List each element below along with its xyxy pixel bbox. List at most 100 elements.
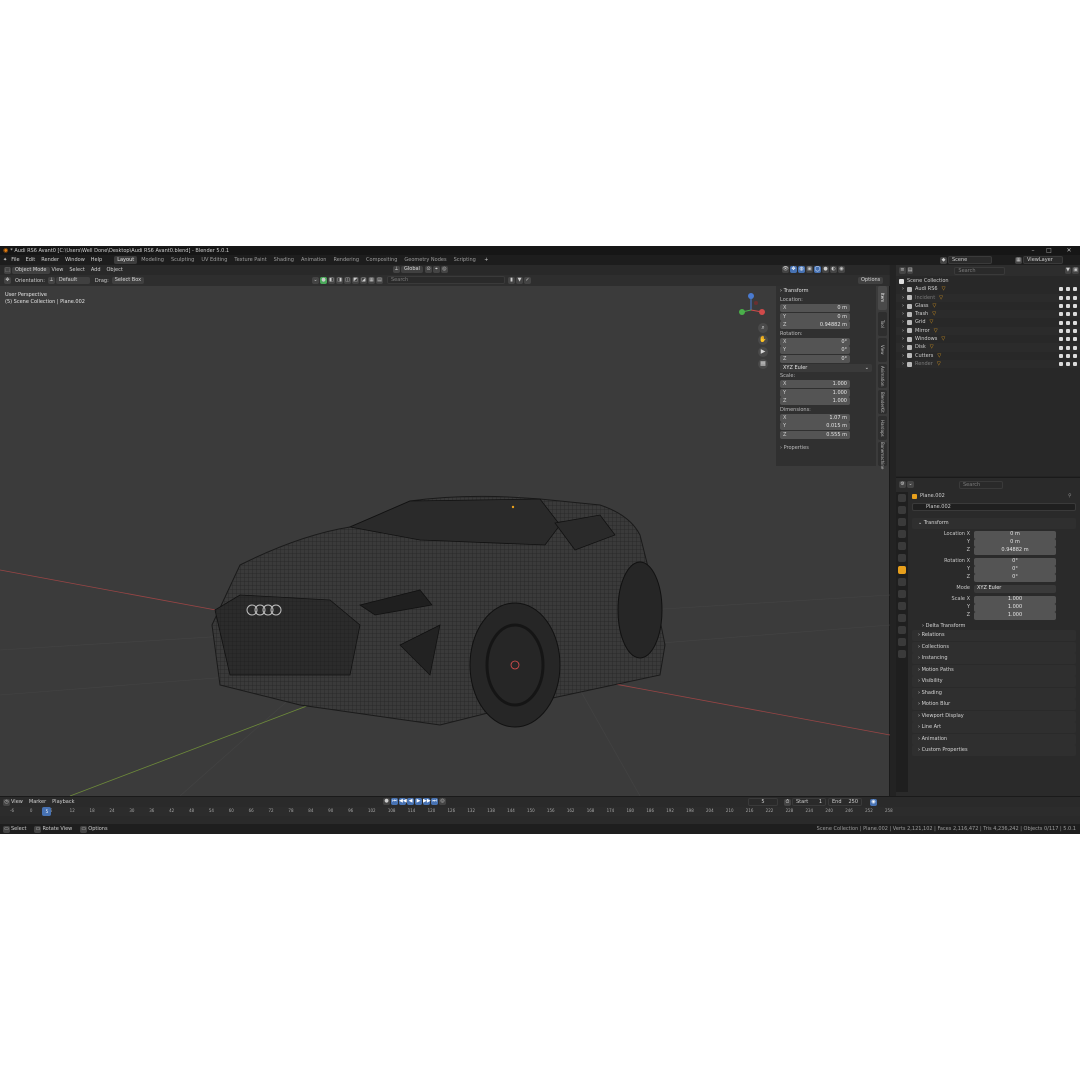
outliner-item[interactable]: › Cutters ▽ — [896, 352, 1080, 360]
minimize-button[interactable]: – — [1027, 246, 1039, 255]
properties-tab-icon[interactable] — [898, 518, 906, 526]
play-reverse-icon[interactable]: ◀ — [407, 798, 414, 805]
np-rotation-x-field[interactable]: X 0° — [780, 337, 850, 346]
expand-arrow-icon[interactable]: › — [902, 310, 904, 318]
outliner-item[interactable]: › Audi RS6 ▽ — [896, 285, 1080, 293]
viewport-menu-add[interactable]: Add — [91, 267, 101, 273]
scale-x-field[interactable]: 1.000 — [974, 596, 1056, 604]
filter-armature-icon[interactable]: ◪ — [360, 276, 367, 284]
tab-rendering[interactable]: Rendering — [330, 256, 362, 264]
np-dimension-z-field[interactable]: Z 0.555 m — [780, 430, 850, 439]
tab-layout[interactable]: Layout — [114, 256, 138, 264]
properties-tab-icon[interactable] — [898, 506, 906, 514]
outliner-item[interactable]: › Disk ▽ — [896, 343, 1080, 352]
checkbox-icon[interactable] — [1059, 312, 1063, 317]
jump-start-icon[interactable]: ⏮ — [391, 798, 398, 805]
expand-arrow-icon[interactable]: › — [902, 294, 904, 302]
camera-icon[interactable] — [1073, 345, 1077, 350]
pan-hand-icon[interactable]: ✋ — [758, 335, 768, 345]
tab-compositing[interactable]: Compositing — [363, 256, 400, 264]
pin-icon[interactable]: ⚲ — [1068, 493, 1072, 499]
timeline-menu-view[interactable]: View — [11, 799, 23, 805]
end-frame-field[interactable]: End 250 — [828, 798, 862, 806]
checkbox-icon[interactable] — [1059, 320, 1063, 325]
camera-icon[interactable] — [1073, 353, 1077, 358]
outliner-item[interactable]: › Glass ▽ — [896, 302, 1080, 310]
expand-arrow-icon[interactable]: › — [902, 327, 904, 335]
sidebar-tab-view[interactable]: View — [878, 338, 887, 362]
expand-arrow-icon[interactable]: › — [902, 285, 904, 293]
shading-wireframe-icon[interactable]: ◯ — [814, 266, 821, 273]
options-dropdown[interactable]: Options — [858, 277, 884, 284]
viewport-canvas[interactable] — [0, 265, 890, 796]
scene-selector[interactable]: ◆ Scene — [940, 256, 992, 264]
menu-window[interactable]: Window — [65, 257, 85, 263]
close-button[interactable]: ✕ — [1063, 246, 1075, 255]
record-icon[interactable]: ● — [383, 798, 390, 805]
rotation-y-field[interactable]: 0° — [974, 566, 1056, 574]
eye-icon[interactable] — [1066, 337, 1070, 342]
add-workspace-icon[interactable]: + — [483, 257, 490, 264]
section-custom-properties[interactable]: › Custom Properties — [912, 745, 1076, 756]
bookmark-icon[interactable]: ▮ — [508, 276, 515, 284]
rotation-mode-dropdown[interactable]: XYZ Euler — [974, 585, 1056, 593]
checkbox-icon[interactable] — [1059, 287, 1063, 292]
viewport-menu-object[interactable]: Object — [107, 267, 123, 273]
preview-range-icon[interactable]: ⏱ — [784, 798, 791, 806]
editor-type-icon[interactable]: ⬚ — [4, 266, 11, 274]
filter-empty-icon[interactable]: ◩ — [352, 276, 359, 284]
play-icon[interactable]: ▶ — [415, 798, 422, 805]
eye-icon[interactable] — [1066, 304, 1070, 309]
tab-sculpting[interactable]: Sculpting — [168, 256, 197, 264]
np-location-x-field[interactable]: X 0 m — [780, 304, 850, 312]
camera-icon[interactable] — [1073, 304, 1077, 309]
outliner-filter-icon[interactable]: ▼ — [1064, 267, 1072, 274]
outliner-item[interactable]: › Windows ▽ — [896, 335, 1080, 343]
properties-tab-icon[interactable] — [898, 542, 906, 550]
outliner-item[interactable]: › Mirror ▽ — [896, 326, 1080, 336]
properties-tab-icon[interactable] — [898, 614, 906, 622]
transform-tool-icon[interactable]: ✥ — [4, 277, 11, 284]
sidebar-tab-hardops[interactable]: Hardops — [878, 416, 887, 440]
checkbox-icon[interactable] — [1059, 304, 1063, 309]
section-line-art[interactable]: › Line Art — [912, 722, 1076, 733]
filter-curve-icon[interactable]: ◧ — [328, 276, 335, 284]
np-dimension-y-field[interactable]: Y 0.015 m — [780, 422, 850, 430]
properties-tab-icon[interactable] — [898, 530, 906, 538]
delta-transform-header[interactable]: › Delta Transform — [922, 623, 965, 629]
outliner-search-input[interactable]: Search — [954, 266, 1005, 275]
overlay-icon[interactable]: ◍ — [798, 266, 805, 273]
keying-icon[interactable]: ◎ — [439, 798, 446, 805]
grid-view-icon[interactable]: ▦ — [758, 359, 768, 369]
np-rotation-y-field[interactable]: Y 0° — [780, 346, 850, 354]
tab-modeling[interactable]: Modeling — [138, 256, 167, 264]
menu-edit[interactable]: Edit — [26, 257, 36, 263]
section-motion-paths[interactable]: › Motion Paths — [912, 664, 1076, 676]
eye-icon[interactable] — [1066, 295, 1070, 300]
checkbox-icon[interactable] — [1059, 353, 1063, 358]
tab-shading[interactable]: Shading — [271, 256, 297, 264]
expand-arrow-icon[interactable]: › — [902, 318, 904, 326]
timeline-menu-marker[interactable]: Marker — [29, 799, 46, 805]
location-x-field[interactable]: 0 m — [974, 531, 1056, 539]
properties-tab-icon[interactable] — [898, 494, 906, 502]
camera-view-icon[interactable]: ▶ — [758, 347, 768, 357]
expand-arrow-icon[interactable]: › — [902, 302, 904, 310]
tab-texture-paint[interactable]: Texture Paint — [231, 256, 269, 264]
new-collection-icon[interactable]: ▣ — [1072, 267, 1079, 274]
prev-keyframe-icon[interactable]: ◀◀ — [399, 798, 407, 805]
np-rotation-z-field[interactable]: Z 0° — [780, 354, 850, 363]
camera-icon[interactable] — [1073, 295, 1077, 300]
outliner-editor-icon[interactable]: ≡ — [899, 267, 906, 274]
checkbox-icon[interactable] — [1059, 345, 1063, 350]
eye-icon[interactable] — [1066, 320, 1070, 325]
eye-icon[interactable] — [1066, 328, 1070, 333]
orientation-default-dropdown[interactable]: Default — [55, 277, 90, 284]
properties-tab-icon[interactable] — [898, 578, 906, 586]
3d-viewport[interactable]: ⬚ Object Mode View Select Add Object ⟂ Glob… — [0, 265, 890, 796]
section-collections[interactable]: › Collections — [912, 641, 1076, 653]
np-scale-z-field[interactable]: Z 1.000 — [780, 397, 850, 405]
section-instancing[interactable]: › Instancing — [912, 653, 1076, 664]
section-motion-blur[interactable]: › Motion Blur — [912, 699, 1076, 710]
auto-keying-icon[interactable]: ◉ — [870, 798, 877, 806]
